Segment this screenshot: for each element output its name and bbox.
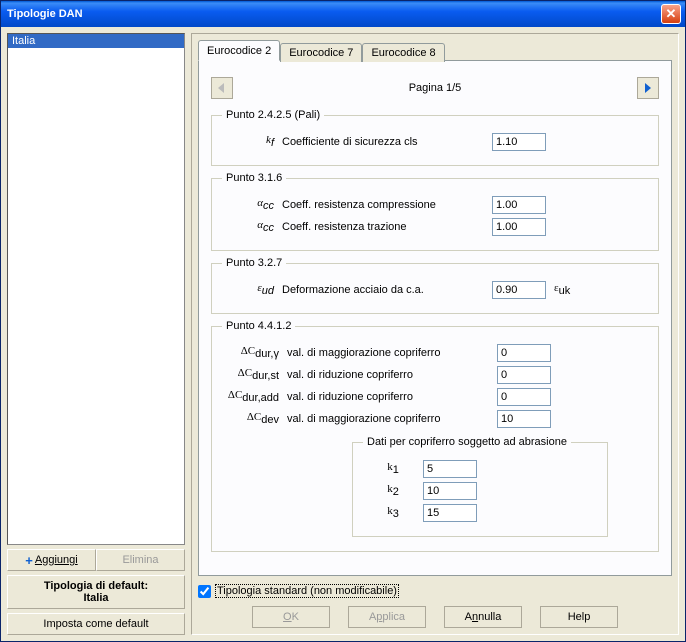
symbol-dcdur-gamma: ΔCdur,γ — [222, 345, 287, 360]
dcdur-add-label: val. di riduzione copriferro — [287, 391, 497, 403]
standard-typology-checkbox[interactable] — [198, 585, 211, 598]
eud-label: Deformazione acciaio da c.a. — [282, 284, 492, 296]
bottom-bar: Tipologia standard (non modificabile) OK… — [198, 584, 672, 628]
k2-input[interactable] — [423, 482, 477, 500]
symbol-kf: kf — [222, 134, 282, 149]
symbol-euk: εuk — [554, 282, 570, 297]
k1-label: k1 — [363, 461, 423, 476]
k3-label: k3 — [363, 505, 423, 520]
default-typology-box: Tipologia di default: Italia — [7, 575, 185, 609]
left-panel: Italia + Aggiungi Elimina Tipologia di d… — [7, 33, 185, 635]
dcdev-input[interactable] — [497, 410, 551, 428]
section-2425: Punto 2.4.2.5 (Pali) kf Coefficiente di … — [211, 109, 659, 166]
section-316: Punto 3.1.6 αcc Coeff. resistenza compre… — [211, 172, 659, 251]
dcdev-label: val. di maggiorazione copriferro — [287, 413, 497, 425]
k1-input[interactable] — [423, 460, 477, 478]
tab-eurocodice-2[interactable]: Eurocodice 2 — [198, 40, 280, 61]
right-panel: Eurocodice 2 Eurocodice 7 Eurocodice 8 P… — [191, 33, 679, 635]
titlebar[interactable]: Tipologie DAN ✕ — [1, 1, 685, 27]
dcdur-st-label: val. di riduzione copriferro — [287, 369, 497, 381]
tab-eurocodice-8[interactable]: Eurocodice 8 — [362, 43, 444, 62]
standard-typology-checkbox-row[interactable]: Tipologia standard (non modificabile) — [198, 584, 672, 598]
page-indicator: Pagina 1/5 — [233, 82, 637, 94]
default-label: Tipologia di default: — [12, 580, 180, 592]
next-page-button[interactable] — [637, 77, 659, 99]
symbol-eud: εud — [222, 282, 282, 297]
cancel-button[interactable]: Annulla — [444, 606, 522, 628]
list-item[interactable]: Italia — [8, 34, 184, 48]
tab-strip: Eurocodice 2 Eurocodice 7 Eurocodice 8 — [198, 40, 672, 61]
tab-eurocodice-7[interactable]: Eurocodice 7 — [280, 43, 362, 62]
abrasion-section: Dati per copriferro soggetto ad abrasion… — [352, 436, 608, 537]
dcdur-gamma-input[interactable] — [497, 344, 551, 362]
close-icon[interactable]: ✕ — [661, 4, 681, 24]
section-legend: Punto 3.2.7 — [222, 257, 286, 269]
add-button[interactable]: + Aggiungi — [7, 549, 96, 571]
acc-compression-input[interactable] — [492, 196, 546, 214]
delete-button: Elimina — [96, 549, 185, 571]
section-legend: Punto 4.4.1.2 — [222, 320, 295, 332]
kf-label: Coefficiente di sicurezza cls — [282, 136, 492, 148]
arrow-left-icon — [216, 82, 228, 94]
apply-button: Applica — [348, 606, 426, 628]
plus-icon: + — [25, 554, 33, 567]
dcdur-st-input[interactable] — [497, 366, 551, 384]
abrasion-legend: Dati per copriferro soggetto ad abrasion… — [363, 436, 571, 448]
symbol-dcdur-st: ΔCdur,st — [222, 367, 287, 382]
k3-input[interactable] — [423, 504, 477, 522]
dcdur-gamma-label: val. di maggiorazione copriferro — [287, 347, 497, 359]
section-legend: Punto 3.1.6 — [222, 172, 286, 184]
dcdur-add-input[interactable] — [497, 388, 551, 406]
set-default-button[interactable]: Imposta come default — [7, 613, 185, 635]
help-button[interactable]: Help — [540, 606, 618, 628]
symbol-dcdur-add: ΔCdur,add — [222, 389, 287, 404]
eud-input[interactable] — [492, 281, 546, 299]
dialog-window: Tipologie DAN ✕ Italia + Aggiungi Elimin… — [0, 0, 686, 642]
window-title: Tipologie DAN — [7, 8, 83, 20]
symbol-acc: αcc — [222, 219, 282, 234]
symbol-acc: αcc — [222, 197, 282, 212]
k2-label: k2 — [363, 483, 423, 498]
dialog-body: Italia + Aggiungi Elimina Tipologia di d… — [1, 27, 685, 641]
section-legend: Punto 2.4.2.5 (Pali) — [222, 109, 324, 121]
section-4412: Punto 4.4.1.2 ΔCdur,γ val. di maggiorazi… — [211, 320, 659, 552]
tab-page: Pagina 1/5 Punto 2.4.2.5 (Pali) kf Coeff… — [198, 60, 672, 576]
acc-compression-label: Coeff. resistenza compressione — [282, 199, 492, 211]
ok-button: OK — [252, 606, 330, 628]
typology-list[interactable]: Italia — [7, 33, 185, 545]
acc-traction-input[interactable] — [492, 218, 546, 236]
arrow-right-icon — [642, 82, 654, 94]
default-value: Italia — [12, 592, 180, 604]
standard-typology-label: Tipologia standard (non modificabile) — [215, 584, 399, 598]
kf-input[interactable] — [492, 133, 546, 151]
symbol-dcdev: ΔCdev — [222, 411, 287, 426]
acc-traction-label: Coeff. resistenza trazione — [282, 221, 492, 233]
section-327: Punto 3.2.7 εud Deformazione acciaio da … — [211, 257, 659, 314]
prev-page-button — [211, 77, 233, 99]
